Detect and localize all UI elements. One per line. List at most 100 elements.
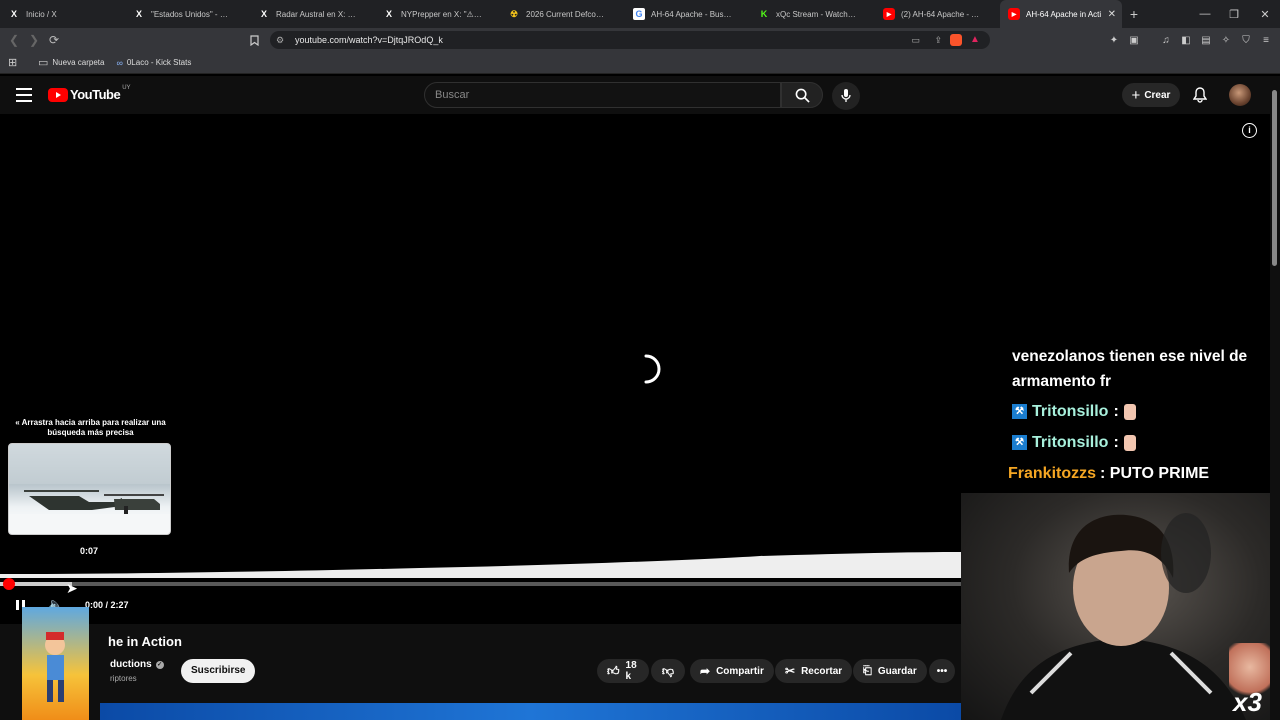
- scissors-icon: ✂: [785, 664, 796, 678]
- hammer-icon: ⚒: [1012, 404, 1027, 419]
- loading-spinner-icon: [644, 354, 661, 384]
- sidebar-icon[interactable]: ◧: [1178, 32, 1194, 48]
- video-metadata: he in Action ductions ✓ riptores Suscrib…: [0, 624, 961, 720]
- leo-ai-icon[interactable]: ✧: [1218, 32, 1234, 48]
- browser-tab[interactable]: ▶ AH-64 Apache in Acti ✕: [1000, 0, 1122, 28]
- x3-overlay-text: x3: [1233, 687, 1262, 717]
- hamburger-menu-icon[interactable]: [16, 88, 32, 102]
- chat-username: Tritonsillo: [1032, 403, 1109, 420]
- tab-strip: X Inicio / X X "Estados Unidos" - Buscar X Ra…: [0, 0, 1280, 28]
- voice-search-button[interactable]: [832, 82, 860, 110]
- tab-title: Radar Austral en X: "vxus|: [276, 9, 367, 19]
- bookmark-folder[interactable]: ▭ Nueva carpeta: [38, 56, 104, 69]
- tab-title: AH-64 Apache in Acti: [1026, 9, 1102, 19]
- kick-icon: K: [760, 9, 768, 19]
- x-icon: X: [135, 9, 142, 19]
- bookmark-label: Nueva carpeta: [52, 58, 105, 67]
- save-label: Guardar: [877, 665, 917, 677]
- scrollbar-thumb[interactable]: [1272, 90, 1277, 266]
- logo-text: YouTube: [70, 87, 121, 102]
- time-display: 0:00 / 2:27: [85, 600, 129, 610]
- minimize-icon[interactable]: —: [1190, 0, 1220, 28]
- brave-shield-icon[interactable]: [950, 34, 962, 46]
- cast-icon[interactable]: ▭: [911, 35, 920, 46]
- share-button[interactable]: ➦ Compartir: [690, 659, 774, 683]
- plus-icon: +: [1131, 86, 1141, 104]
- wallet-icon[interactable]: ▤: [1198, 32, 1214, 48]
- screenshot-icon[interactable]: ▣: [1126, 32, 1142, 48]
- extensions-icon[interactable]: ✦: [1106, 32, 1122, 48]
- drag-hint-text: Arrastra hacia arriba para realizar una …: [21, 418, 166, 437]
- create-button[interactable]: + Crear: [1122, 83, 1180, 107]
- stream-chat-overlay: venezolanos tienen ese nivel de armament…: [1008, 344, 1270, 486]
- subscribe-button[interactable]: Suscribirse: [181, 659, 256, 683]
- emote-image: [1123, 403, 1136, 420]
- youtube-logo[interactable]: YouTube UY: [48, 84, 131, 102]
- site-settings-icon[interactable]: ⚙: [276, 35, 290, 46]
- like-button[interactable]: 👍︎ 18 k: [597, 659, 649, 683]
- runner-character-image: [45, 632, 65, 702]
- close-tab-icon[interactable]: ✕: [1108, 9, 1116, 20]
- tab-title: "Estados Unidos" - Buscar: [151, 9, 242, 19]
- menu-icon[interactable]: ≡: [1258, 32, 1274, 48]
- video-title: he in Action: [108, 634, 182, 649]
- apps-grid-icon[interactable]: ⊞: [8, 56, 20, 69]
- save-button[interactable]: ⎗ Guardar: [853, 659, 927, 683]
- country-code: UY: [122, 84, 131, 91]
- browser-tab[interactable]: ▶ (2) AH-64 Apache - YouTu: [875, 0, 1000, 28]
- browser-tab[interactable]: KxQc Stream - Watch Live o: [750, 0, 875, 28]
- bookmark-kick-stats[interactable]: ∞ 0Laco - Kick Stats: [116, 58, 191, 68]
- browser-tab[interactable]: G AH-64 Apache - Buscar co: [625, 0, 750, 28]
- game-overlay-thumbnail: [22, 607, 89, 720]
- browser-tab[interactable]: X NYPrepper en X: "⚠⚠⚠: [375, 0, 500, 28]
- forward-icon[interactable]: ❯: [24, 30, 44, 50]
- media-icon[interactable]: ♫: [1158, 32, 1174, 48]
- clip-button[interactable]: ✂ Recortar: [775, 659, 853, 683]
- page-scrollbar[interactable]: [1270, 76, 1280, 720]
- restore-icon[interactable]: ❐: [1219, 0, 1249, 28]
- bookmark-page-icon[interactable]: [244, 30, 264, 50]
- url-text[interactable]: youtube.com/watch?v=DjtqJROdQ_k: [295, 35, 443, 45]
- search-button[interactable]: [781, 82, 823, 108]
- chat-message-text: :: [1113, 403, 1119, 420]
- tab-title: NYPrepper en X: "⚠⚠⚠: [401, 9, 489, 19]
- notifications-icon[interactable]: [1192, 87, 1208, 108]
- search-input[interactable]: Buscar: [424, 82, 781, 108]
- channel-name[interactable]: ductions ✓: [110, 659, 164, 670]
- drag-up-hint: « Arrastra hacia arriba para realizar un…: [8, 418, 173, 438]
- share-label: Compartir: [716, 665, 764, 677]
- channel-name-text: ductions: [110, 659, 152, 670]
- dislike-button[interactable]: 👎︎: [651, 659, 685, 683]
- chat-message: venezolanos tienen ese nivel de armament…: [1008, 344, 1270, 394]
- chat-message: ⚒ Tritonsillo :: [1008, 399, 1270, 424]
- back-icon[interactable]: ❮: [4, 30, 24, 50]
- chat-message-text: :: [1113, 434, 1119, 451]
- share-icon[interactable]: ⇪: [934, 35, 942, 46]
- create-label: Crear: [1144, 89, 1171, 101]
- vpn-icon[interactable]: ⛉: [1238, 32, 1254, 48]
- progress-track[interactable]: [0, 582, 961, 586]
- browser-tab[interactable]: ☢ 2026 Current Defcon Leve: [500, 0, 625, 28]
- avatar[interactable]: [1229, 84, 1251, 106]
- thumbs-up-icon: 👍︎: [607, 663, 620, 678]
- browser-tab[interactable]: X Inicio / X: [0, 0, 125, 28]
- chat-message-text: : PUTO PRIME: [1100, 465, 1210, 482]
- scrubber-handle[interactable]: [3, 578, 15, 590]
- tab-title: Inicio / X: [26, 9, 57, 19]
- microphone-icon: [841, 89, 851, 102]
- x-icon: X: [260, 9, 267, 19]
- new-tab-button[interactable]: +: [1122, 6, 1146, 22]
- tab-title: AH-64 Apache - Buscar co: [651, 9, 742, 19]
- youtube-header: YouTube UY Buscar + Crear: [0, 76, 1280, 114]
- streamer-webcam: x3: [961, 493, 1280, 720]
- browser-tab[interactable]: X "Estados Unidos" - Buscar: [125, 0, 250, 28]
- rewards-icon[interactable]: ▲: [970, 34, 982, 46]
- reload-icon[interactable]: ⟳: [44, 30, 64, 50]
- info-icon[interactable]: i: [1242, 123, 1257, 138]
- close-window-icon[interactable]: ✕: [1250, 0, 1280, 28]
- more-actions-button[interactable]: •••: [929, 659, 955, 683]
- chevron-up-icon: «: [15, 418, 20, 427]
- browser-tab[interactable]: X Radar Austral en X: "vxus|: [250, 0, 375, 28]
- omnibox[interactable]: ⚙ youtube.com/watch?v=DjtqJROdQ_k ▭ ⇪ ▲: [270, 31, 990, 49]
- hammer-icon: ⚒: [1012, 435, 1027, 450]
